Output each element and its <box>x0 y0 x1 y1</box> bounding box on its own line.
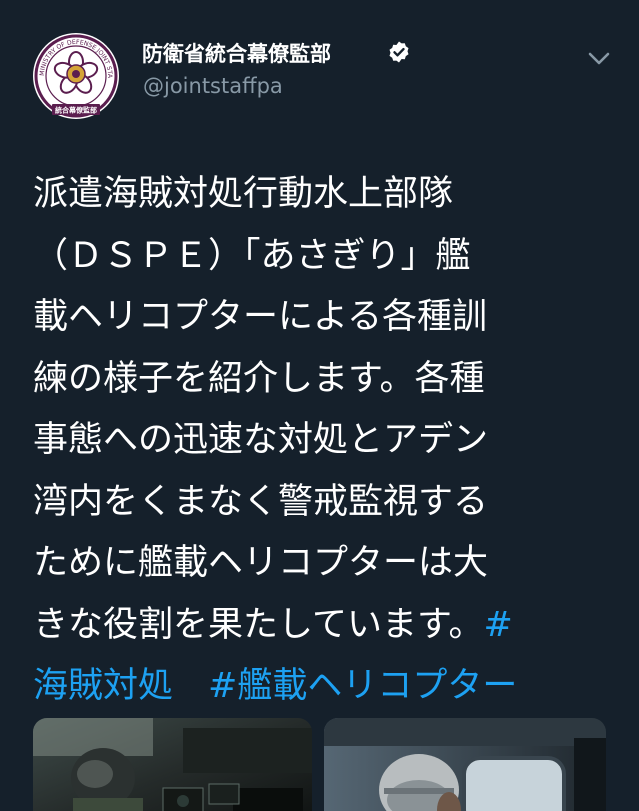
tweet-text: 派遣海賊対処行動水上部隊 （ＤＳＰＥ）「あさぎり」艦 載ヘリコプターによる各種訓 練の… <box>33 164 608 718</box>
tweet-text-segment: 事態への迅速な対処とアデン <box>33 420 489 460</box>
author-name[interactable]: 防衛省統合幕僚監部 <box>142 38 331 68</box>
avatar-band-text: 統合幕僚監部 <box>55 106 97 115</box>
tweet-text-segment: 湾内をくまなく警戒監視する <box>33 481 489 522</box>
tweet-text-line: ために艦載ヘリコプターは大 <box>33 533 608 595</box>
tweet-text-segment: 載ヘリコプターによる各種訓 <box>33 297 487 337</box>
chevron-down-icon <box>588 52 610 65</box>
tweet-text-line: 載ヘリコプターによる各種訓 <box>33 287 608 349</box>
avatar[interactable]: MINISTRY OF DEFENSE JOINT STAFF JAPAN 統合… <box>30 27 120 120</box>
tweet-text-line: 事態への迅速な対処とアデン <box>33 410 608 472</box>
hashtag-link[interactable]: 海賊対処 <box>33 666 173 706</box>
author-handle[interactable]: @jointstaffpa <box>143 74 283 98</box>
tweet-text-segment: （ＤＳＰＥ）「あさぎり」艦 <box>33 235 471 276</box>
tweet-text-line: 練の様子を紹介します。各種 <box>33 349 608 411</box>
hashtag-link[interactable]: # <box>483 605 512 645</box>
photo-helicopter-cabin-crew-helmet <box>324 718 606 811</box>
tweet-text-line: きな役割を果たしています。# <box>33 595 608 657</box>
verified-badge-icon <box>387 40 411 64</box>
tweet-text-segment: ために艦載ヘリコプターは大 <box>33 543 489 583</box>
tweet-text-line: 派遣海賊対処行動水上部隊 <box>33 164 608 226</box>
media-photo-2[interactable] <box>324 718 606 811</box>
tweet-text-segment <box>173 666 208 706</box>
photo-helicopter-cockpit-pilot <box>33 718 312 811</box>
tweet-text-line: 海賊対処 #艦載ヘリコプター <box>33 656 608 718</box>
more-options-button[interactable] <box>582 44 616 72</box>
tweet-text-segment: 練の様子を紹介します。各種 <box>33 358 485 399</box>
tweet-text-line: （ＤＳＰＥ）「あさぎり」艦 <box>33 226 608 288</box>
tweet-text-line: 湾内をくまなく警戒監視する <box>33 472 608 534</box>
tweet-text-segment: 派遣海賊対処行動水上部隊 <box>33 174 454 214</box>
ministry-of-defense-emblem-icon: MINISTRY OF DEFENSE JOINT STAFF JAPAN 統合… <box>30 27 119 119</box>
hashtag-link[interactable]: #艦載ヘリコプター <box>208 666 517 706</box>
media-photo-1[interactable] <box>33 718 312 811</box>
tweet-text-segment: きな役割を果たしています。 <box>33 604 484 645</box>
